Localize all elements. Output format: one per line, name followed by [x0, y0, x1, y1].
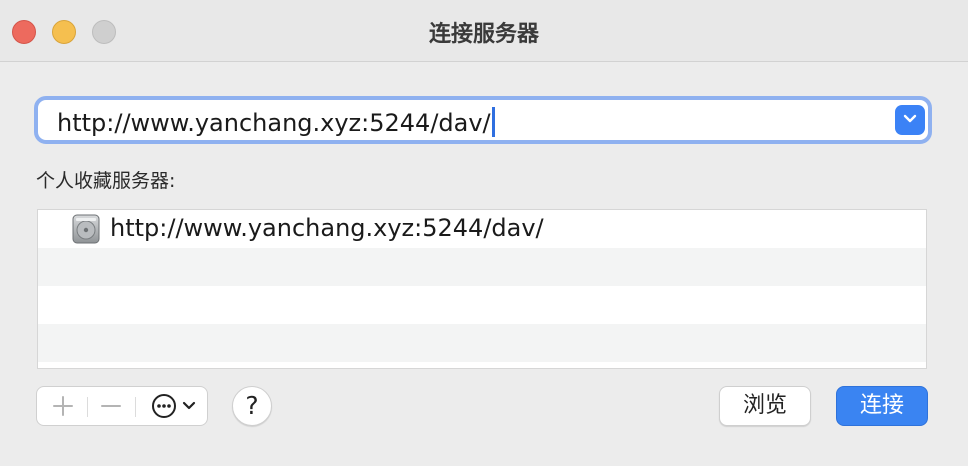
favorite-server-label: http://www.yanchang.xyz:5244/dav/	[110, 214, 544, 242]
more-options-menu-button[interactable]	[141, 387, 205, 425]
favorites-edit-controls	[36, 386, 208, 426]
empty-list-row	[38, 248, 926, 286]
ellipsis-circle-icon	[152, 394, 176, 418]
chevron-down-icon	[182, 401, 196, 410]
connect-button[interactable]: 连接	[836, 386, 928, 426]
title-bar: 连接服务器	[0, 0, 968, 62]
recent-servers-dropdown-button[interactable]	[895, 105, 925, 135]
help-button[interactable]: ?	[232, 386, 272, 426]
server-address-input[interactable]: http://www.yanchang.xyz:5244/dav/	[57, 107, 495, 137]
add-favorite-button[interactable]	[43, 387, 83, 425]
window-title: 连接服务器	[428, 22, 539, 47]
empty-list-row	[38, 324, 926, 362]
minus-icon	[101, 405, 121, 407]
divider	[135, 397, 136, 417]
text-caret	[491, 107, 495, 137]
divider	[87, 397, 88, 417]
browse-button[interactable]: 浏览	[719, 386, 811, 426]
favorite-servers-list[interactable]: http://www.yanchang.xyz:5244/dav/	[37, 209, 927, 369]
network-drive-icon	[72, 214, 100, 244]
connect-to-server-window: 连接服务器 http://www.yanchang.xyz:5244/dav/ …	[0, 0, 968, 466]
empty-list-row	[38, 286, 926, 324]
favorite-servers-label: 个人收藏服务器:	[36, 170, 176, 192]
plus-icon	[53, 396, 73, 416]
chevron-down-icon	[903, 114, 917, 123]
list-item[interactable]: http://www.yanchang.xyz:5244/dav/	[38, 210, 926, 248]
remove-favorite-button[interactable]	[91, 387, 131, 425]
server-address-value: http://www.yanchang.xyz:5244/dav/	[57, 109, 491, 137]
server-address-field[interactable]: http://www.yanchang.xyz:5244/dav/	[34, 96, 932, 144]
